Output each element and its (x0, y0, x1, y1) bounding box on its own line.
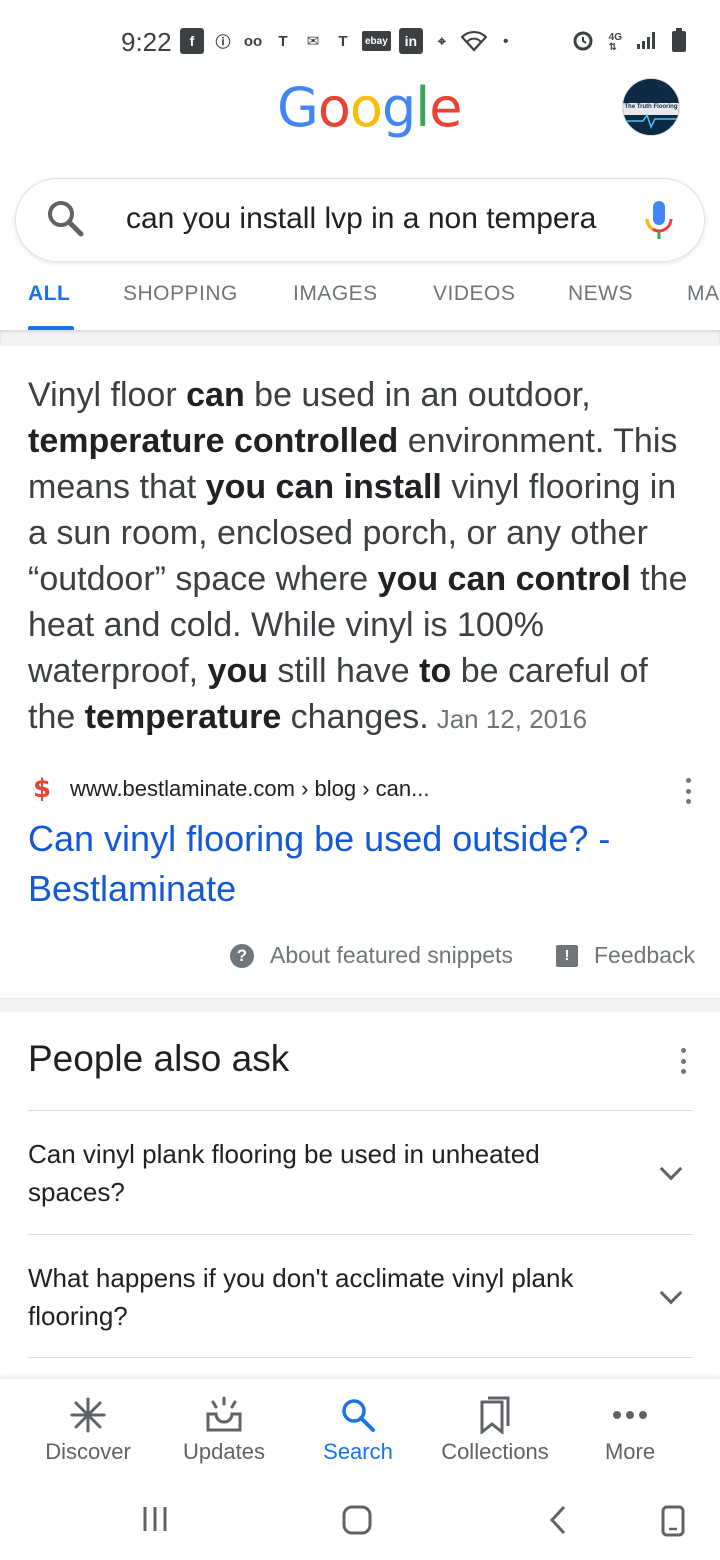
voicemail-icon: oo (243, 32, 263, 50)
paa-question-text: Can vinyl plank flooring be used in unhe… (28, 1139, 540, 1207)
snippet-highlight: you can install (205, 468, 442, 506)
system-status-icons: 4G ⇅ (571, 28, 686, 57)
snippet-source[interactable]: $ www.bestlaminate.com › blog › can... (28, 772, 693, 806)
bookmark-icon (425, 1395, 565, 1435)
search-tabs: ALL SHOPPING IMAGES VIDEOS NEWS MA (0, 264, 720, 330)
search-input[interactable]: can you install lvp in a non tempera (126, 197, 606, 241)
snippet-highlight: to (419, 652, 452, 690)
signal-icon (636, 30, 658, 55)
people-also-ask-list: Can vinyl plank flooring be used in unhe… (28, 1110, 693, 1358)
result-title-link[interactable]: Can vinyl flooring be used outside? - Be… (28, 814, 688, 914)
snippet-text: still have (267, 652, 420, 690)
logo-letter: l (415, 76, 430, 139)
logo-letter: o (349, 76, 383, 139)
nav-updates[interactable]: Updates (154, 1395, 294, 1465)
back-icon[interactable] (546, 1504, 570, 1541)
tab-maps[interactable]: MA (687, 282, 720, 306)
bottom-navigation: Discover Updates Search Collections More (0, 1378, 720, 1488)
lte-icon: 4G ⇅ (608, 31, 622, 53)
nav-more[interactable]: More (560, 1395, 700, 1465)
info-icon: ⓘ (215, 33, 231, 51)
status-bar: 9:22 f ⓘ oo T ✉ T ebay in ⌖ • 4G ⇅ (0, 0, 720, 80)
notification-icons: f ⓘ oo T ✉ T ebay in ⌖ • (180, 28, 517, 54)
account-avatar[interactable]: The Truth Flooring (622, 78, 680, 136)
home-icon[interactable] (341, 1504, 373, 1541)
paa-question[interactable]: What happens if you don't acclimate viny… (28, 1234, 693, 1358)
screenshot-icon[interactable] (660, 1504, 686, 1543)
snippet-text: be used in an outdoor, (244, 376, 591, 414)
google-logo[interactable]: Google (277, 76, 462, 139)
status-time: 9:22 (121, 27, 172, 57)
nav-label: Discover (45, 1439, 131, 1464)
logo-letter: e (429, 76, 462, 139)
search-icon[interactable] (44, 197, 88, 241)
search-bar[interactable]: can you install lvp in a non tempera (15, 178, 705, 262)
more-dots-icon (560, 1395, 700, 1435)
nav-collections[interactable]: Collections (425, 1395, 565, 1465)
logo-letter: o (317, 76, 351, 139)
tmobile-icon: T (338, 32, 348, 50)
microphone-icon[interactable] (644, 199, 674, 243)
section-divider (0, 998, 720, 1012)
nav-label: More (604, 1439, 656, 1464)
tab-images[interactable]: IMAGES (293, 282, 378, 306)
tmobile-icon: T (278, 32, 288, 50)
snippet-text: Vinyl floor (28, 376, 187, 414)
snippet-highlight: temperature (84, 698, 282, 736)
chevron-down-icon[interactable] (659, 1157, 683, 1181)
ebay-icon: ebay (362, 31, 391, 51)
paa-question[interactable]: Can vinyl plank flooring be used in unhe… (28, 1110, 693, 1234)
help-icon: ? (230, 943, 254, 968)
site-favicon: $ (32, 774, 52, 804)
snippet-highlight: you (207, 652, 268, 690)
tab-news[interactable]: NEWS (568, 282, 633, 306)
nav-label: Collections (441, 1439, 549, 1464)
paa-menu-icon[interactable] (678, 1048, 688, 1074)
tab-all[interactable]: ALL (28, 282, 70, 306)
divider (0, 330, 720, 346)
tab-videos[interactable]: VIDEOS (433, 282, 515, 306)
snippet-highlight: you can control (377, 560, 631, 598)
snippet-text: changes. (281, 698, 429, 736)
snippet-highlight: can (186, 376, 245, 414)
nav-label: Search (323, 1439, 393, 1464)
search-icon (288, 1395, 428, 1435)
logo-letter: G (277, 76, 319, 139)
battery-icon (672, 28, 686, 57)
linkedin-icon: in (398, 28, 423, 54)
gmail-icon: ✉ (306, 33, 320, 50)
nav-discover[interactable]: Discover (18, 1395, 158, 1465)
asterisk-icon (18, 1395, 158, 1435)
snippet-date: Jan 12, 2016 (436, 704, 588, 734)
feedback-button[interactable]: ! Feedback (556, 942, 695, 969)
nav-search[interactable]: Search (288, 1395, 428, 1465)
avatar-text: The Truth Flooring (624, 104, 678, 110)
chevron-down-icon[interactable] (659, 1281, 683, 1305)
snippet-highlight: temperature controlled (28, 422, 399, 460)
tab-shopping[interactable]: SHOPPING (123, 282, 238, 306)
facebook-icon: f (180, 28, 204, 54)
snippet-footer: ? About featured snippets ! Feedback (0, 936, 720, 976)
about-featured-snippets[interactable]: ? About featured snippets (230, 942, 513, 969)
wifi-icon (460, 28, 487, 54)
logo-letter: g (381, 76, 416, 139)
recent-apps-icon[interactable] (140, 1504, 170, 1539)
people-also-ask-title: People also ask (28, 1038, 290, 1079)
feedback-label: Feedback (594, 942, 696, 968)
maps-icon: ⌖ (437, 32, 447, 50)
nav-label: Updates (183, 1439, 265, 1464)
alarm-icon (571, 28, 595, 57)
featured-snippet-text: Vinyl floor can be used in an outdoor, t… (28, 372, 698, 742)
dot-icon: • (503, 32, 509, 50)
feedback-icon: ! (556, 944, 578, 967)
about-label: About featured snippets (270, 942, 513, 968)
updates-inbox-icon (154, 1395, 294, 1435)
paa-question-text: What happens if you don't acclimate viny… (28, 1263, 574, 1331)
source-url[interactable]: www.bestlaminate.com › blog › can... (70, 776, 429, 802)
system-navigation-bar (0, 1488, 720, 1560)
result-menu-icon[interactable] (683, 778, 693, 804)
